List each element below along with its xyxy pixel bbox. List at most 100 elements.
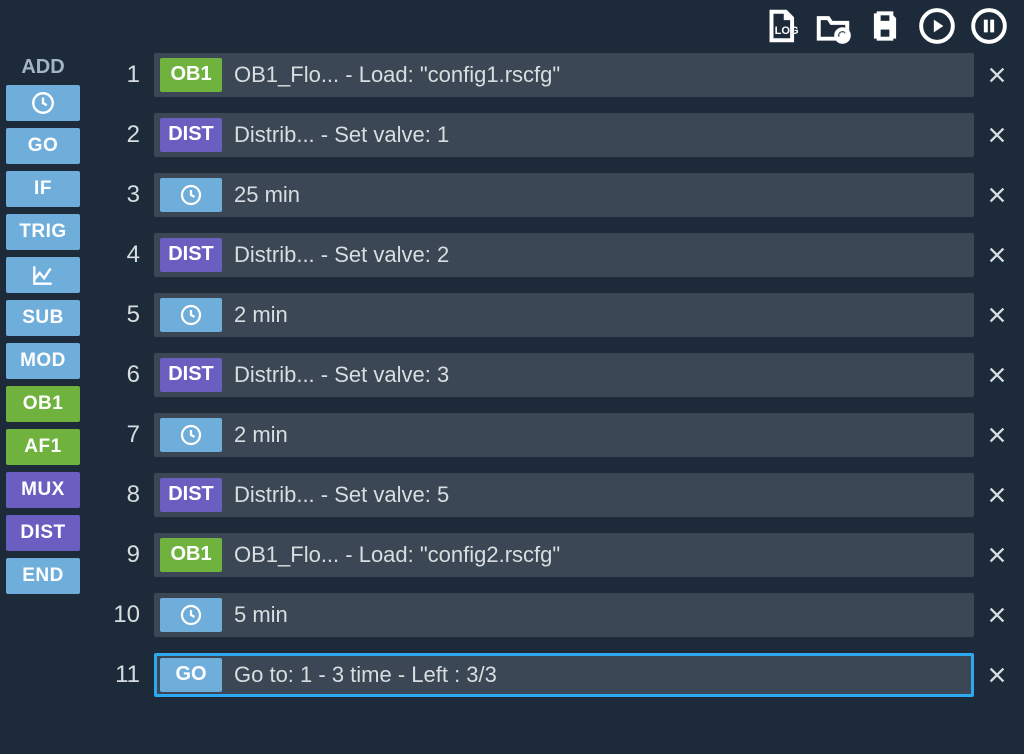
chip-label: DIST xyxy=(168,363,214,386)
sidebar-item-label: END xyxy=(22,565,64,587)
sequence-row: 7 2 min xyxy=(106,408,1016,461)
step-chip-clock-icon xyxy=(160,298,222,332)
close-icon xyxy=(986,544,1008,566)
sequence-list: 1OB1OB1_Flo... - Load: "config1.rscfg" 2D… xyxy=(86,48,1024,754)
step-description: 2 min xyxy=(234,422,974,448)
chip-label: OB1 xyxy=(170,543,211,566)
sidebar-add-mod[interactable]: MOD xyxy=(6,343,80,379)
clock-icon xyxy=(179,183,203,207)
clock-icon xyxy=(179,303,203,327)
row-number: 10 xyxy=(106,601,154,629)
sequence-step[interactable]: DISTDistrib... - Set valve: 3 xyxy=(154,353,974,397)
row-number: 9 xyxy=(106,541,154,569)
sequence-row: 325 min xyxy=(106,168,1016,221)
delete-step-button[interactable] xyxy=(978,664,1016,686)
sequence-step[interactable]: 2 min xyxy=(154,413,974,457)
play-button[interactable] xyxy=(916,5,958,47)
save-button[interactable] xyxy=(864,5,906,47)
sidebar-item-label: TRIG xyxy=(19,221,66,243)
sequence-row: 4 DIST Distrib... - Set valve: 2 xyxy=(106,228,1016,281)
close-icon xyxy=(986,304,1008,326)
sidebar-item-label: SUB xyxy=(22,307,64,329)
row-number: 4 xyxy=(106,241,154,269)
sequence-step[interactable]: DISTDistrib... - Set valve: 1 xyxy=(154,113,974,157)
sidebar-add-go[interactable]: GO xyxy=(6,128,80,164)
close-icon xyxy=(986,184,1008,206)
step-description: 2 min xyxy=(234,302,974,328)
clock-icon xyxy=(179,423,203,447)
sequence-step[interactable]: DIST Distrib... - Set valve: 2 xyxy=(154,233,974,277)
sequence-row: 9OB1OB1_Flo... - Load: "config2.rscfg" xyxy=(106,528,1016,581)
sequence-row: 8 DIST Distrib... - Set valve: 5 xyxy=(106,468,1016,521)
step-description: Distrib... - Set valve: 2 xyxy=(234,242,974,268)
sequence-step[interactable]: OB1OB1_Flo... - Load: "config1.rscfg" xyxy=(154,53,974,97)
sidebar-add-af1[interactable]: AF1 xyxy=(6,429,80,465)
step-chip-clock-icon xyxy=(160,178,222,212)
sequence-row: 6DISTDistrib... - Set valve: 3 xyxy=(106,348,1016,401)
step-chip-dist: DIST xyxy=(160,118,222,152)
close-icon xyxy=(986,364,1008,386)
close-icon xyxy=(986,604,1008,626)
step-chip-dist: DIST xyxy=(160,478,222,512)
sidebar: ADD GO IF TRIG SUB MOD OB1 AF1 MUX DIST END xyxy=(0,48,86,754)
step-description: 25 min xyxy=(234,182,974,208)
step-chip-ob1: OB1 xyxy=(160,538,222,572)
sidebar-add-dist[interactable]: DIST xyxy=(6,515,80,551)
graph-icon xyxy=(30,262,56,288)
sidebar-add-mux[interactable]: MUX xyxy=(6,472,80,508)
delete-step-button[interactable] xyxy=(978,64,1016,86)
top-toolbar xyxy=(0,0,1024,48)
delete-step-button[interactable] xyxy=(978,544,1016,566)
sequence-step[interactable]: 2 min xyxy=(154,293,974,337)
delete-step-button[interactable] xyxy=(978,244,1016,266)
delete-step-button[interactable] xyxy=(978,184,1016,206)
step-description: Distrib... - Set valve: 5 xyxy=(234,482,974,508)
sequence-step[interactable]: GOGo to: 1 - 3 time - Left : 3/3 xyxy=(154,653,974,697)
step-chip-clock-icon xyxy=(160,598,222,632)
sidebar-add-clock-icon[interactable] xyxy=(6,85,80,121)
sidebar-add-trig[interactable]: TRIG xyxy=(6,214,80,250)
sidebar-item-label: MUX xyxy=(21,479,65,501)
row-number: 8 xyxy=(106,481,154,509)
close-icon xyxy=(986,244,1008,266)
close-icon xyxy=(986,664,1008,686)
chip-label: DIST xyxy=(168,483,214,506)
pause-button[interactable] xyxy=(968,5,1010,47)
delete-step-button[interactable] xyxy=(978,424,1016,446)
row-number: 11 xyxy=(106,661,154,689)
sidebar-add-sub[interactable]: SUB xyxy=(6,300,80,336)
sequence-row: 2DISTDistrib... - Set valve: 1 xyxy=(106,108,1016,161)
chip-label: DIST xyxy=(168,243,214,266)
close-icon xyxy=(986,424,1008,446)
step-description: Go to: 1 - 3 time - Left : 3/3 xyxy=(234,662,971,688)
sequence-row: 11GOGo to: 1 - 3 time - Left : 3/3 xyxy=(106,648,1016,701)
delete-step-button[interactable] xyxy=(978,604,1016,626)
delete-step-button[interactable] xyxy=(978,304,1016,326)
delete-step-button[interactable] xyxy=(978,484,1016,506)
step-description: 5 min xyxy=(234,602,974,628)
row-number: 7 xyxy=(106,421,154,449)
delete-step-button[interactable] xyxy=(978,364,1016,386)
log-button[interactable] xyxy=(760,5,802,47)
sidebar-add-graph-icon[interactable] xyxy=(6,257,80,293)
sidebar-title: ADD xyxy=(6,56,80,85)
sidebar-item-label: IF xyxy=(34,178,52,200)
sidebar-item-label: OB1 xyxy=(23,393,64,415)
delete-step-button[interactable] xyxy=(978,124,1016,146)
sidebar-add-if[interactable]: IF xyxy=(6,171,80,207)
step-chip-ob1: OB1 xyxy=(160,58,222,92)
sequence-step[interactable]: 5 min xyxy=(154,593,974,637)
sequence-step[interactable]: 25 min xyxy=(154,173,974,217)
sequence-row: 5 2 min xyxy=(106,288,1016,341)
step-chip-dist: DIST xyxy=(160,358,222,392)
new-folder-button[interactable] xyxy=(812,5,854,47)
clock-icon xyxy=(30,90,56,116)
sidebar-add-ob1[interactable]: OB1 xyxy=(6,386,80,422)
sidebar-add-end[interactable]: END xyxy=(6,558,80,594)
sidebar-item-label: GO xyxy=(28,135,59,157)
sequence-step[interactable]: DIST Distrib... - Set valve: 5 xyxy=(154,473,974,517)
sequence-row: 1OB1OB1_Flo... - Load: "config1.rscfg" xyxy=(106,48,1016,101)
row-number: 5 xyxy=(106,301,154,329)
sequence-step[interactable]: OB1OB1_Flo... - Load: "config2.rscfg" xyxy=(154,533,974,577)
row-number: 1 xyxy=(106,61,154,89)
